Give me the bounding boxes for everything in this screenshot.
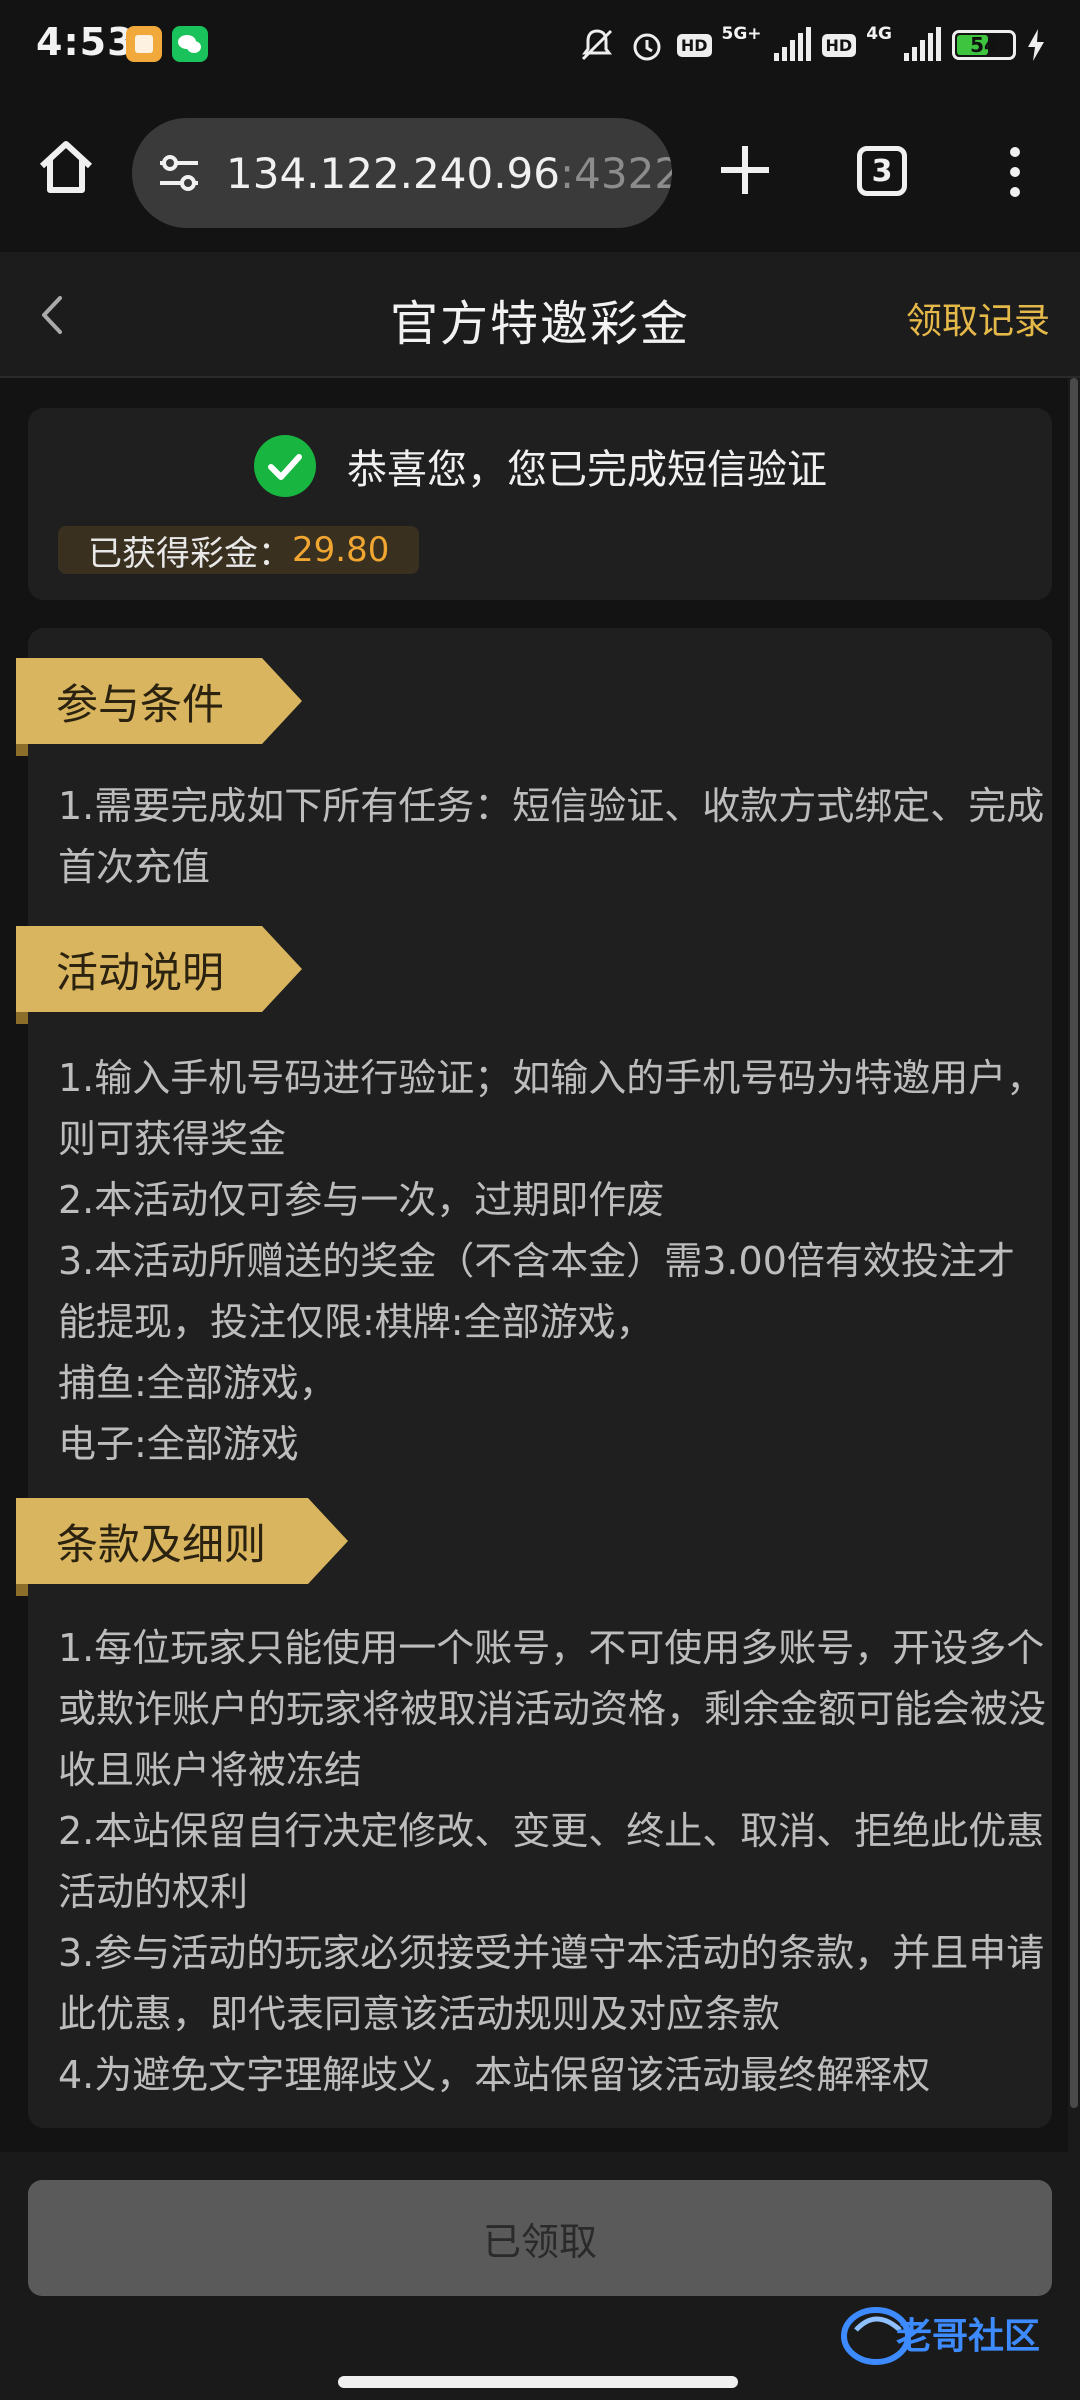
earned-amount: 29.80 — [292, 530, 390, 570]
gallery-app-icon — [126, 26, 162, 62]
section-title: 参与条件 — [56, 679, 225, 729]
section-title: 条款及细则 — [56, 1519, 267, 1569]
rules-card: 参与条件 1.需要完成如下所有任务：短信验证、收款方式绑定、完成首次充值 活动说… — [16, 628, 1052, 2128]
section-body: 1.每位玩家只能使用一个账号，不可使用多账号，开设多个或欺诈账户的玩家将被取消活… — [58, 1618, 1048, 2106]
rule-line: 2.本活动仅可参与一次，过期即作废 — [58, 1178, 665, 1222]
page-content: 恭喜您，您已完成短信验证 已获得彩金： 29.80 参与条件 1.需要完成如下所… — [0, 378, 1080, 2152]
section-body: 1.需要完成如下所有任务：短信验证、收款方式绑定、完成首次充值 — [58, 776, 1048, 898]
signal-icon — [773, 27, 811, 61]
battery-level: 54 — [970, 33, 998, 57]
rule-line: 电子:全部游戏 — [58, 1422, 299, 1466]
url-text[interactable]: 134.122.240.96:43221 — [226, 149, 672, 198]
site-settings-icon[interactable] — [154, 148, 204, 198]
rule-line: 2.本站保留自行决定修改、变更、终止、取消、拒绝此优惠活动的权利 — [58, 1809, 1045, 1914]
wechat-icon — [172, 26, 208, 62]
rule-line: 捕鱼:全部游戏， — [58, 1361, 337, 1405]
browser-toolbar: 134.122.240.96:43221 3 — [0, 92, 1080, 252]
section-body: 1.输入手机号码进行验证；如输入的手机号码为特邀用户，则可获得奖金 2.本活动仅… — [58, 1048, 1048, 1475]
status-time: 4:53 — [36, 20, 135, 64]
address-bar[interactable]: 134.122.240.96:43221 — [132, 118, 672, 228]
tab-count: 3 — [871, 153, 893, 189]
bottom-bar: 已领取 老哥社区 — [0, 2152, 1080, 2400]
more-menu-icon[interactable] — [1000, 142, 1030, 202]
page-scrollbar[interactable] — [1068, 378, 1080, 2152]
rule-line: 4.为避免文字理解歧义，本站保留该活动最终解释权 — [58, 2053, 931, 2097]
section-title: 活动说明 — [56, 947, 225, 997]
claim-records-link[interactable]: 领取记录 — [906, 292, 1050, 344]
earned-bonus-badge: 已获得彩金： 29.80 — [58, 526, 420, 574]
section-ribbon: 条款及细则 — [16, 1498, 348, 1584]
ribbon-fold — [16, 744, 28, 756]
scrollbar-thumb[interactable] — [1070, 378, 1078, 2108]
rule-line: 1.每位玩家只能使用一个账号，不可使用多账号，开设多个或欺诈账户的玩家将被取消活… — [58, 1626, 1047, 1792]
success-message: 恭喜您，您已完成短信验证 — [347, 447, 827, 493]
watermark-text: 老哥社区 — [896, 2316, 1040, 2357]
url-host: 134.122.240.96 — [226, 148, 560, 198]
rule-line: 1.需要完成如下所有任务：短信验证、收款方式绑定、完成首次充值 — [58, 784, 1045, 889]
rule-line: 3.本活动所赠送的奖金（不含本金）需3.00倍有效投注才能提现，投注仅限:棋牌:… — [58, 1239, 1015, 1344]
rule-line: 1.输入手机号码进行验证；如输入的手机号码为特邀用户，则可获得奖金 — [58, 1056, 1045, 1161]
network-5g-label: 5G+ — [721, 24, 762, 44]
earned-label: 已获得彩金： — [88, 533, 292, 574]
tab-switcher-button[interactable]: 3 — [857, 146, 907, 196]
hd-badge: HD — [821, 33, 857, 57]
page-header: 官方特邀彩金 领取记录 — [0, 252, 1080, 378]
bell-muted-icon — [581, 29, 612, 61]
signal-icon — [904, 27, 941, 61]
home-icon[interactable] — [34, 136, 98, 200]
status-bar: 4:53 HD 5G+ HD 4G 54 — [0, 0, 1080, 92]
section-ribbon: 参与条件 — [16, 658, 302, 744]
rule-line: 3.参与活动的玩家必须接受并遵守本活动的条款，并且申请此优惠，即代表同意该活动规… — [58, 1931, 1045, 2036]
claimed-button[interactable]: 已领取 — [28, 2180, 1052, 2296]
verification-success-card: 恭喜您，您已完成短信验证 已获得彩金： 29.80 — [28, 408, 1052, 600]
hd-badge: HD — [676, 33, 712, 57]
section-ribbon: 活动说明 — [16, 926, 302, 1012]
ribbon-fold — [16, 1012, 28, 1024]
watermark-logo: 老哥社区 — [836, 2300, 1060, 2370]
home-indicator[interactable] — [338, 2376, 738, 2388]
charging-icon — [1028, 29, 1044, 61]
network-4g-label: 4G — [866, 24, 892, 44]
url-port: :43221 — [560, 148, 672, 198]
success-check-icon — [254, 435, 316, 497]
alarm-icon — [633, 33, 661, 61]
battery-icon: 54 — [952, 30, 1016, 60]
ribbon-fold — [16, 1584, 28, 1596]
new-tab-icon[interactable] — [715, 140, 775, 200]
